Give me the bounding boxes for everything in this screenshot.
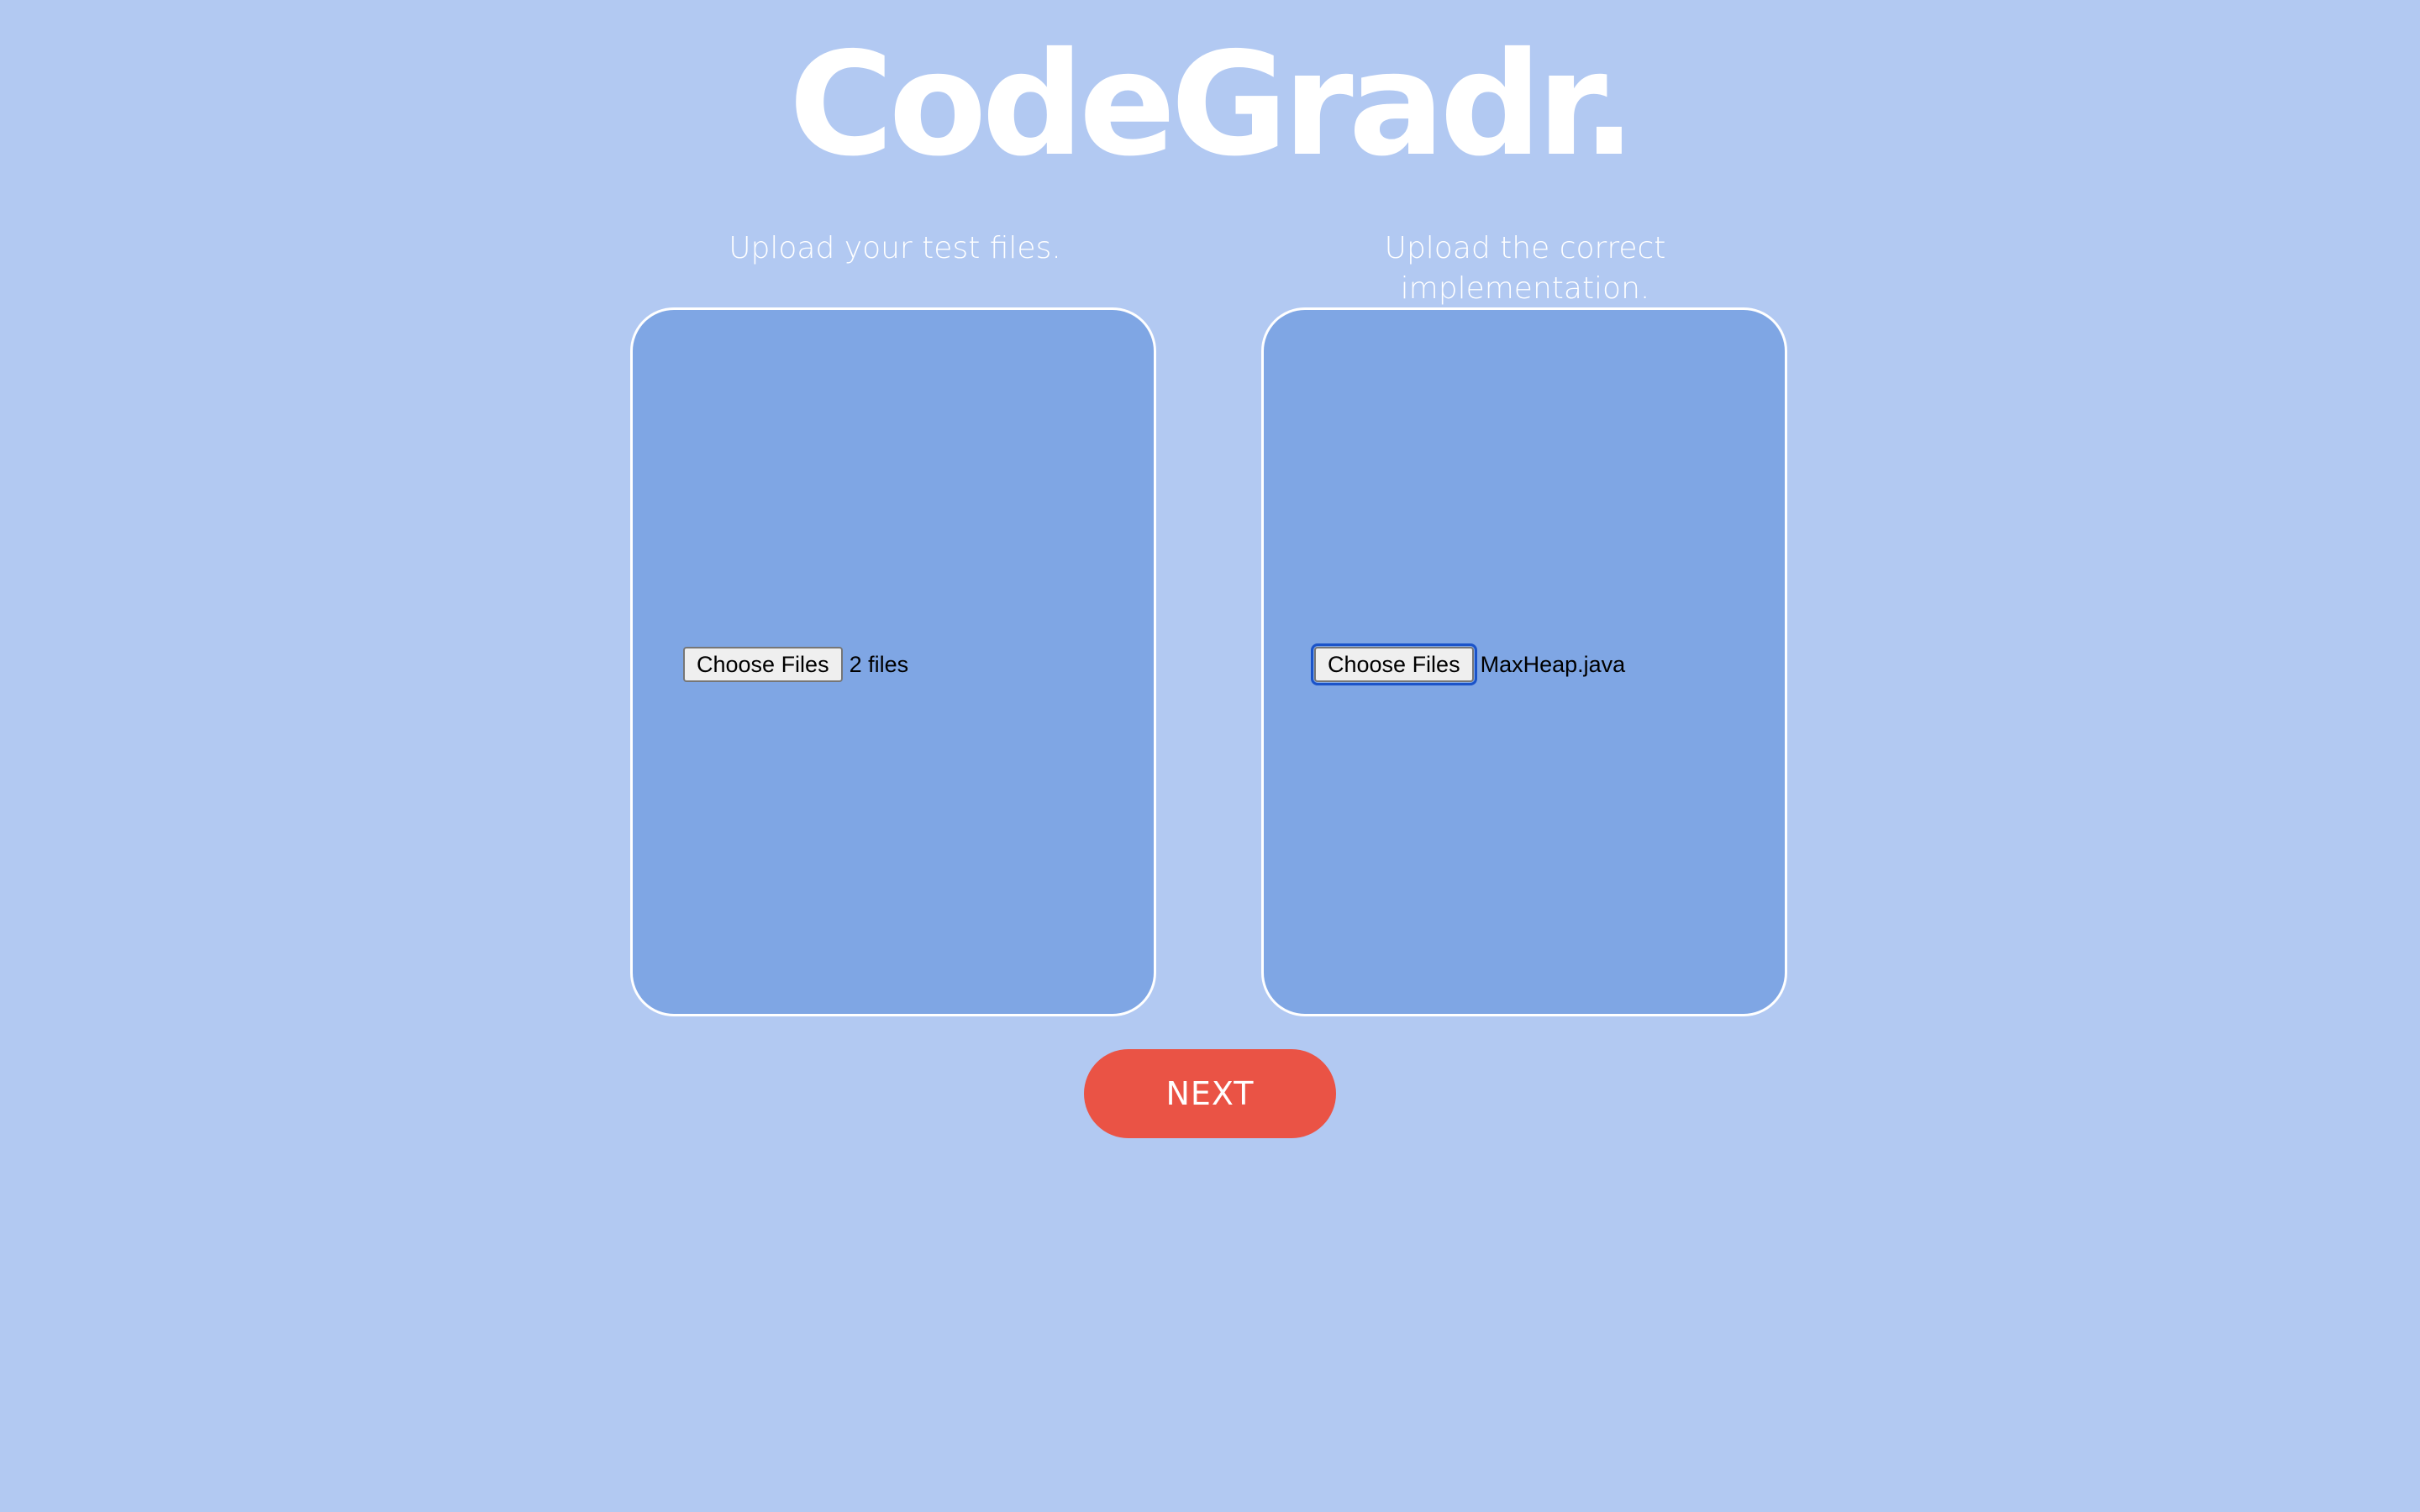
test-files-dropzone[interactable]: Choose Files 2 files: [630, 307, 1156, 1016]
implementation-dropzone[interactable]: Choose Files MaxHeap.java: [1261, 307, 1787, 1016]
upload-page: CodeGradr. Upload your test files. Uploa…: [0, 0, 2420, 1512]
test-files-choose-button[interactable]: Choose Files: [683, 647, 843, 682]
test-files-input[interactable]: Choose Files 2 files: [683, 646, 908, 683]
implementation-choose-button[interactable]: Choose Files: [1311, 643, 1477, 685]
implementation-status[interactable]: MaxHeap.java: [1481, 652, 1626, 678]
test-files-status[interactable]: 2 files: [850, 652, 909, 678]
implementation-input[interactable]: Choose Files MaxHeap.java: [1311, 643, 1626, 685]
next-button[interactable]: NEXT: [1084, 1049, 1336, 1138]
test-files-label: Upload your test files.: [729, 231, 1061, 265]
implementation-label: Upload the correct implementation.: [1384, 231, 1666, 306]
app-logo: CodeGradr.: [788, 22, 1637, 188]
